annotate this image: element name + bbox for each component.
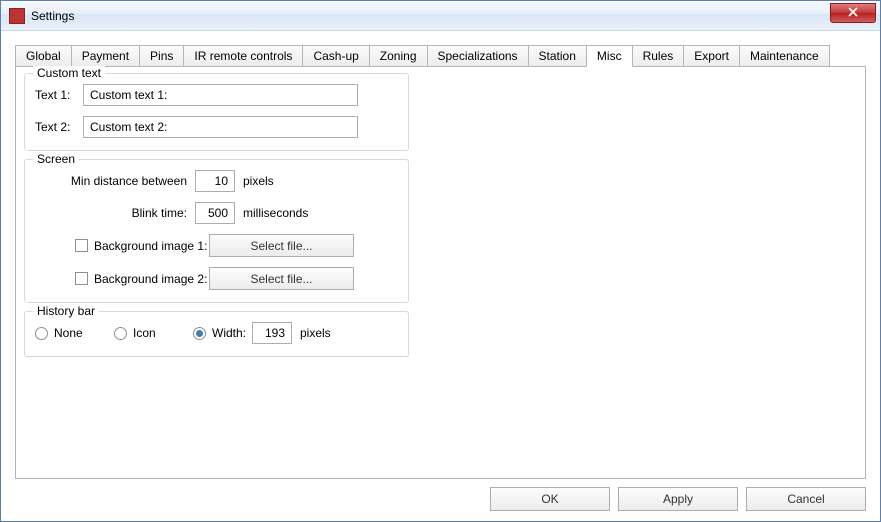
close-icon <box>848 7 858 17</box>
label-bg1: Background image 1: <box>94 239 209 253</box>
label-text2: Text 2: <box>35 120 83 134</box>
input-text1[interactable] <box>83 84 358 106</box>
unit-ms: milliseconds <box>243 206 308 220</box>
label-width: Width: <box>212 326 252 340</box>
tab-rules[interactable]: Rules <box>632 45 685 66</box>
group-history-bar: History bar None Icon Width: pixels <box>24 311 409 357</box>
label-blink-time: Blink time: <box>35 206 195 220</box>
tab-misc[interactable]: Misc <box>586 45 633 67</box>
input-blink-time[interactable] <box>195 202 235 224</box>
unit-pixels-2: pixels <box>300 326 331 340</box>
tab-bar: Global Payment Pins IR remote controls C… <box>15 45 866 67</box>
checkbox-bg1[interactable] <box>75 239 88 252</box>
tab-ir-remote[interactable]: IR remote controls <box>183 45 303 66</box>
checkbox-bg2[interactable] <box>75 272 88 285</box>
client-area: Global Payment Pins IR remote controls C… <box>1 31 880 521</box>
input-text2[interactable] <box>83 116 358 138</box>
group-title-screen: Screen <box>33 152 79 166</box>
settings-window: Settings Global Payment Pins IR remote c… <box>0 0 881 522</box>
label-icon: Icon <box>133 326 193 340</box>
ok-button[interactable]: OK <box>490 487 610 511</box>
tab-maintenance[interactable]: Maintenance <box>739 45 830 66</box>
group-custom-text: Custom text Text 1: Text 2: <box>24 73 409 151</box>
group-screen: Screen Min distance between pixels Blink… <box>24 159 409 303</box>
tab-payment[interactable]: Payment <box>71 45 140 66</box>
tab-specializations[interactable]: Specializations <box>427 45 529 66</box>
radio-none[interactable] <box>35 327 48 340</box>
tab-station[interactable]: Station <box>528 45 587 66</box>
tab-zoning[interactable]: Zoning <box>369 45 428 66</box>
tab-cashup[interactable]: Cash-up <box>302 45 369 66</box>
tab-content-misc: Custom text Text 1: Text 2: Screen Min d… <box>15 67 866 479</box>
dialog-footer: OK Apply Cancel <box>15 479 866 513</box>
input-min-distance[interactable] <box>195 170 235 192</box>
window-title: Settings <box>31 9 74 23</box>
label-min-distance: Min distance between <box>35 174 195 188</box>
button-select-file-2[interactable]: Select file... <box>209 267 354 290</box>
input-width[interactable] <box>252 322 292 344</box>
unit-pixels-1: pixels <box>243 174 274 188</box>
app-icon <box>9 8 25 24</box>
tab-export[interactable]: Export <box>683 45 740 66</box>
group-title-history: History bar <box>33 304 99 318</box>
close-button[interactable] <box>830 3 876 23</box>
label-bg2: Background image 2: <box>94 272 209 286</box>
cancel-button[interactable]: Cancel <box>746 487 866 511</box>
radio-icon[interactable] <box>114 327 127 340</box>
apply-button[interactable]: Apply <box>618 487 738 511</box>
tab-pins[interactable]: Pins <box>139 45 184 66</box>
tab-global[interactable]: Global <box>15 45 72 66</box>
radio-width[interactable] <box>193 327 206 340</box>
titlebar: Settings <box>1 1 880 31</box>
group-title-custom: Custom text <box>33 66 105 80</box>
button-select-file-1[interactable]: Select file... <box>209 234 354 257</box>
label-text1: Text 1: <box>35 88 83 102</box>
label-none: None <box>54 326 114 340</box>
